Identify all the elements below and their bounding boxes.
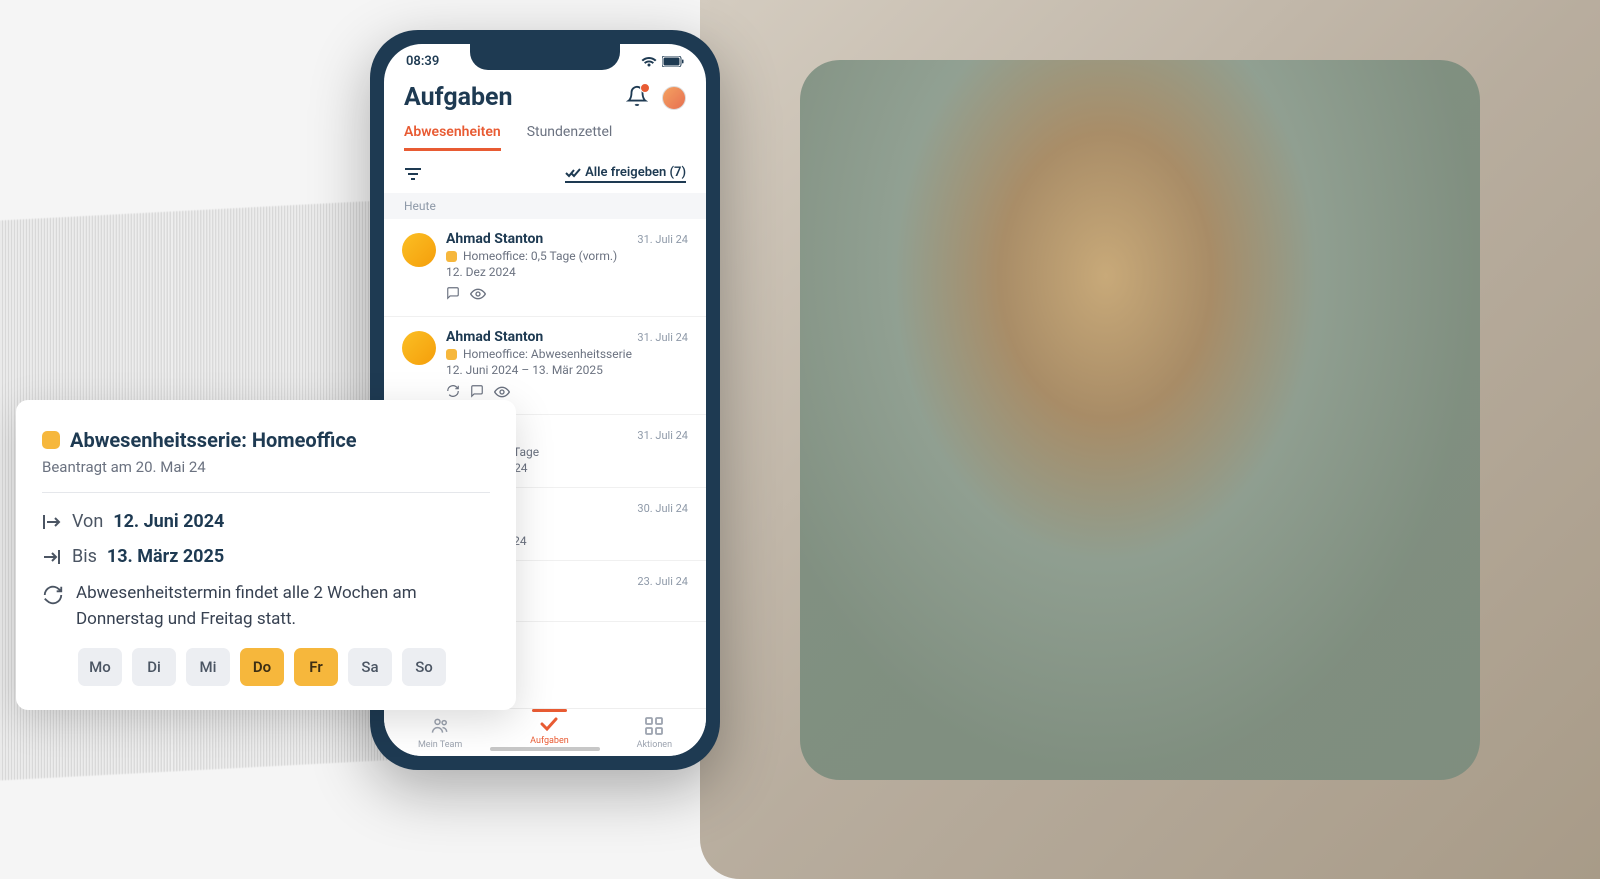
section-heute: Heute — [384, 193, 706, 219]
check-icon — [540, 717, 558, 734]
background-photo — [700, 0, 1600, 879]
day-pills: Mo Di Mi Do Fr Sa So — [42, 648, 490, 686]
category-dot — [446, 251, 457, 262]
item-submit-date: 31. Juli 24 — [637, 331, 688, 344]
detail-requested: Beantragt am 20. Mai 24 — [42, 458, 490, 493]
item-range: 12. Dez 2024 — [446, 265, 516, 279]
item-submit-date: 31. Juli 24 — [637, 429, 688, 442]
home-indicator — [490, 747, 600, 751]
item-avatar — [402, 233, 436, 267]
category-dot — [446, 349, 457, 360]
refresh-icon — [42, 584, 64, 606]
item-avatar — [402, 331, 436, 365]
nav-mein-team[interactable]: Mein Team — [410, 717, 470, 750]
item-name: Ahmad Stanton — [446, 231, 543, 247]
item-type: Homeoffice: Abwesenheitsserie — [463, 347, 632, 361]
detail-recurrence-row: Abwesenheitstermin findet alle 2 Wochen … — [42, 581, 490, 632]
arrow-end-icon — [42, 548, 62, 566]
item-range: 12. Juni 2024 – 13. Mär 2025 — [446, 363, 603, 377]
nav-label: Aktionen — [637, 740, 672, 750]
day-pill-di[interactable]: Di — [132, 648, 176, 686]
day-pill-mo[interactable]: Mo — [78, 648, 122, 686]
detail-title: Abwesenheitsserie: Homeoffice — [70, 428, 357, 452]
battery-icon — [662, 56, 684, 67]
from-label: Von — [72, 511, 103, 532]
chat-icon — [446, 285, 460, 304]
to-label: Bis — [72, 546, 97, 567]
day-pill-so[interactable]: So — [402, 648, 446, 686]
item-type: Homeoffice: 0,5 Tage (vorm.) — [463, 249, 617, 263]
item-name: Ahmad Stanton — [446, 329, 543, 345]
recurrence-text: Abwesenheitstermin findet alle 2 Wochen … — [76, 581, 490, 632]
notifications-button[interactable] — [626, 85, 648, 111]
nav-aktionen[interactable]: Aktionen — [629, 717, 680, 750]
notification-badge — [640, 83, 650, 93]
category-color-dot — [42, 431, 60, 449]
page-title: Aufgaben — [404, 83, 513, 112]
status-time: 08:39 — [406, 54, 439, 69]
tabs: Abwesenheiten Stundenzettel — [384, 118, 706, 151]
absence-detail-card: Abwesenheitsserie: Homeoffice Beantragt … — [16, 400, 516, 710]
nav-label: Mein Team — [418, 740, 462, 750]
detail-from-row: Von 12. Juni 2024 — [42, 511, 490, 532]
approve-all-label: Alle freigeben (7) — [585, 165, 686, 180]
team-icon — [430, 717, 450, 738]
day-pill-sa[interactable]: Sa — [348, 648, 392, 686]
item-submit-date: 23. Juli 24 — [637, 575, 688, 588]
app-header: Aufgaben — [384, 75, 706, 118]
grid-icon — [645, 717, 663, 738]
phone-notch — [470, 44, 620, 70]
profile-avatar[interactable] — [662, 86, 686, 110]
list-item[interactable]: Ahmad Stanton 31. Juli 24 Homeoffice: 0,5 … — [384, 219, 706, 317]
tab-stundenzettel[interactable]: Stundenzettel — [527, 124, 613, 151]
arrow-start-icon — [42, 513, 62, 531]
to-value: 13. März 2025 — [107, 546, 224, 567]
from-value: 12. Juni 2024 — [113, 511, 224, 532]
filter-icon[interactable] — [404, 167, 422, 181]
item-submit-date: 31. Juli 24 — [637, 233, 688, 246]
approve-all-button[interactable]: Alle freigeben (7) — [565, 165, 686, 183]
nav-aufgaben[interactable]: Aufgaben — [522, 717, 577, 750]
detail-to-row: Bis 13. März 2025 — [42, 546, 490, 567]
item-meta-icons — [446, 285, 688, 304]
filter-row: Alle freigeben (7) — [384, 151, 706, 193]
day-pill-fr[interactable]: Fr — [294, 648, 338, 686]
person-photo-placeholder — [800, 60, 1480, 780]
day-pill-mi[interactable]: Mi — [186, 648, 230, 686]
wifi-icon — [641, 56, 657, 68]
tab-abwesenheiten[interactable]: Abwesenheiten — [404, 124, 501, 151]
view-icon — [470, 285, 486, 304]
double-check-icon — [565, 168, 581, 178]
day-pill-do[interactable]: Do — [240, 648, 284, 686]
nav-label: Aufgaben — [530, 736, 569, 746]
item-submit-date: 30. Juli 24 — [637, 502, 688, 515]
